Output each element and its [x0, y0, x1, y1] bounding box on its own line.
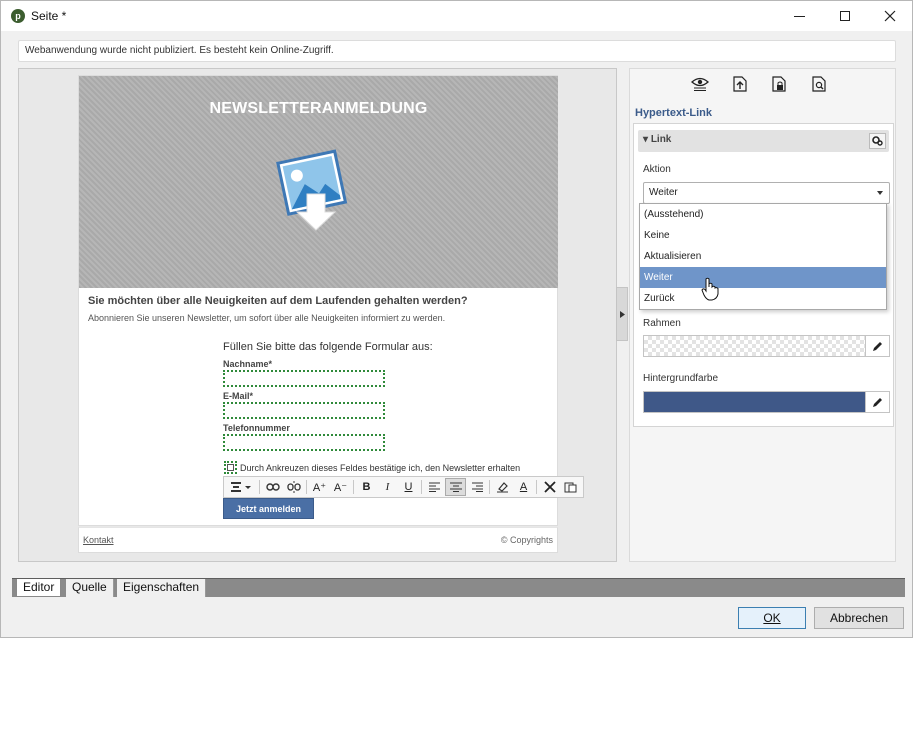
action-select-value: Weiter — [649, 187, 678, 198]
format-icon[interactable] — [227, 478, 257, 496]
ok-button[interactable]: OK — [738, 607, 806, 629]
italic-icon[interactable]: I — [377, 478, 398, 496]
editor-canvas[interactable]: NEWSLETTERANMELDUNG Sie möchten über all… — [18, 68, 617, 562]
properties-heading: Hypertext-Link — [635, 107, 713, 119]
hero-banner[interactable]: NEWSLETTERANMELDUNG — [79, 76, 558, 288]
tab-bar: Editor Quelle Eigenschaften — [12, 578, 905, 597]
ok-button-label: OK — [763, 611, 781, 625]
email-headline[interactable]: Sie möchten über alle Neuigkeiten auf de… — [88, 295, 468, 307]
cancel-button[interactable]: Abbrechen — [814, 607, 904, 629]
phone-field[interactable] — [223, 434, 385, 451]
dropdown-option-selected[interactable]: Weiter — [640, 267, 886, 288]
font-increase-icon[interactable]: A⁺ — [309, 478, 330, 496]
dropdown-option[interactable]: Keine — [640, 225, 886, 246]
font-color-icon[interactable]: A — [513, 478, 534, 496]
hero-title[interactable]: NEWSLETTERANMELDUNG — [79, 100, 558, 118]
hand-cursor-icon — [701, 277, 719, 301]
gear-icon[interactable] — [869, 133, 886, 149]
tab-source[interactable]: Quelle — [66, 579, 114, 597]
email-field[interactable] — [223, 402, 385, 419]
minimize-icon — [794, 15, 805, 17]
subscribe-button[interactable]: Jetzt anmelden — [223, 498, 314, 519]
clear-format-icon[interactable] — [539, 478, 560, 496]
form-title[interactable]: Füllen Sie bitte das folgende Formular a… — [223, 341, 433, 353]
paste-icon[interactable] — [560, 478, 581, 496]
font-decrease-icon[interactable]: A⁻ — [330, 478, 351, 496]
action-select[interactable]: Weiter — [643, 182, 890, 204]
collapse-panel-handle[interactable] — [616, 287, 628, 341]
toolbar-separator — [421, 480, 422, 494]
toolbar-separator — [536, 480, 537, 494]
email-label: E-Mail* — [223, 391, 254, 401]
action-label: Aktion — [643, 164, 671, 175]
minimize-button[interactable] — [777, 1, 822, 31]
checkbox-text[interactable]: Durch Ankreuzen dieses Feldes bestätige … — [240, 463, 520, 473]
chevron-down-icon — [877, 191, 883, 195]
align-center-icon[interactable] — [445, 478, 466, 496]
contact-link[interactable]: Kontakt — [83, 535, 114, 545]
rich-text-toolbar: A⁺ A⁻ B I U A — [223, 476, 584, 498]
page-lock-icon[interactable] — [770, 75, 789, 93]
frame-color-field[interactable] — [643, 335, 890, 357]
highlight-icon[interactable] — [492, 478, 513, 496]
image-placeholder-icon[interactable] — [275, 144, 365, 240]
title-bar: p Seite * — [1, 1, 912, 31]
link-icon[interactable] — [262, 478, 283, 496]
upload-page-icon[interactable] — [730, 75, 749, 93]
toolbar-separator — [259, 480, 260, 494]
action-dropdown-list: (Ausstehend) Keine Aktualisieren Weiter … — [639, 203, 887, 310]
maximize-button[interactable] — [822, 1, 867, 31]
pencil-icon[interactable] — [865, 392, 889, 412]
maximize-icon — [839, 11, 850, 21]
link-panel-title: ▾ Link — [643, 134, 672, 145]
link-panel-header[interactable]: ▾ Link — [638, 130, 889, 152]
underline-icon[interactable]: U — [398, 478, 419, 496]
newsletter-checkbox[interactable] — [224, 461, 237, 474]
toolbar-separator — [306, 480, 307, 494]
toolbar-separator — [489, 480, 490, 494]
lastname-label: Nachname* — [223, 359, 273, 369]
tab-editor[interactable]: Editor — [16, 579, 62, 597]
cancel-button-label: Abbrechen — [829, 611, 889, 625]
email-footer: Kontakt © Copyrights — [78, 527, 558, 553]
email-body: NEWSLETTERANMELDUNG Sie möchten über all… — [78, 75, 584, 526]
chevron-right-icon — [619, 310, 625, 318]
pencil-icon[interactable] — [865, 336, 889, 356]
properties-toolbar — [690, 75, 829, 93]
properties-panel: Hypertext-Link ▾ Link Aktion Weiter Rahm… — [629, 68, 896, 562]
checkbox-box — [227, 464, 234, 471]
dropdown-option[interactable]: Aktualisieren — [640, 246, 886, 267]
app-icon: p — [11, 9, 25, 23]
close-icon — [884, 10, 895, 22]
bold-icon[interactable]: B — [356, 478, 377, 496]
tab-properties[interactable]: Eigenschaften — [117, 579, 207, 597]
unlink-icon[interactable] — [283, 478, 304, 496]
dropdown-option[interactable]: (Ausstehend) — [640, 204, 886, 225]
publish-notice: Webanwendung wurde nicht publiziert. Es … — [18, 40, 896, 62]
copyright-text: © Copyrights — [500, 535, 553, 545]
align-right-icon[interactable] — [466, 478, 487, 496]
panel-title-text: Link — [650, 134, 672, 145]
background-color-swatch — [644, 392, 865, 412]
preview-eye-icon[interactable] — [690, 75, 709, 93]
toolbar-separator — [353, 480, 354, 494]
phone-label: Telefonnummer — [223, 423, 290, 433]
lastname-field[interactable] — [223, 370, 385, 387]
dropdown-option[interactable]: Zurück — [640, 288, 886, 309]
background-color-field[interactable] — [643, 391, 890, 413]
window-title: Seite * — [31, 9, 67, 23]
align-left-icon[interactable] — [424, 478, 445, 496]
email-subline[interactable]: Abonnieren Sie unseren Newsletter, um so… — [88, 313, 445, 323]
transparent-swatch — [644, 336, 865, 356]
frame-label: Rahmen — [643, 318, 681, 329]
page-search-icon[interactable] — [810, 75, 829, 93]
dialog-window: p Seite * Webanwendung wurde nicht publi… — [0, 0, 913, 638]
close-button[interactable] — [867, 1, 912, 31]
background-color-label: Hintergrundfarbe — [643, 373, 719, 384]
